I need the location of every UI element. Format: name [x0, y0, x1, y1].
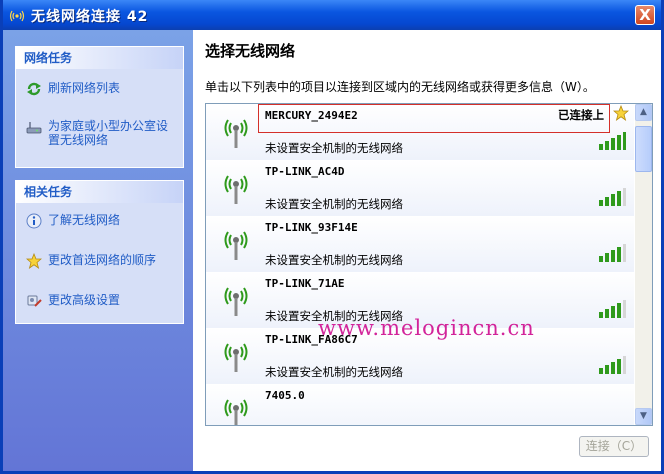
wireless-antenna-icon — [224, 287, 248, 316]
network-row[interactable]: TP-LINK_AC4D 未设置安全机制的无线网络 — [206, 160, 634, 216]
scroll-down-button[interactable]: ▼ — [635, 408, 652, 425]
change-preferred-order-link[interactable]: 更改首选网络的顺序 — [16, 247, 183, 275]
star-icon — [26, 253, 42, 269]
network-security: 未设置安全机制的无线网络 — [265, 141, 403, 155]
setup-wireless-network-label: 为家庭或小型办公室设置无线网络 — [48, 119, 169, 147]
window-client-area: 网络任务 刷新网络列表 为家庭或小型办公室设置无线网络 相关任务 了解无线网络 … — [3, 30, 661, 471]
network-ssid: TP-LINK_71AE — [265, 277, 345, 290]
wireless-antenna-icon — [224, 231, 248, 260]
window-title: 无线网络连接 42 — [31, 9, 149, 25]
network-security: 未设置安全机制的无线网络 — [265, 253, 403, 267]
watermark-text: www.melogincn.cn — [318, 316, 535, 340]
info-icon — [26, 213, 42, 229]
wireless-antenna-icon — [224, 343, 248, 372]
network-ssid: MERCURY_2494E2 — [265, 109, 358, 122]
signal-strength-icon — [599, 188, 626, 206]
learn-wireless-link[interactable]: 了解无线网络 — [16, 207, 183, 235]
close-button[interactable]: X — [635, 5, 655, 25]
network-row[interactable]: MERCURY_2494E2 已连接上 未设置安全机制的无线网络 — [206, 104, 634, 160]
wireless-signal-icon — [9, 10, 25, 22]
connection-status: 已连接上 — [558, 108, 604, 122]
network-rows: MERCURY_2494E2 已连接上 未设置安全机制的无线网络 TP-LINK… — [206, 104, 634, 425]
wireless-connection-window: 无线网络连接 42 X 网络任务 刷新网络列表 为家庭或小型办公室设置无线网络 … — [0, 0, 664, 474]
signal-strength-icon — [599, 356, 626, 374]
change-preferred-order-label: 更改首选网络的顺序 — [48, 253, 157, 267]
task-sidebar: 网络任务 刷新网络列表 为家庭或小型办公室设置无线网络 相关任务 了解无线网络 … — [3, 30, 193, 471]
related-tasks-panel: 相关任务 了解无线网络 更改首选网络的顺序 更改高级设置 — [15, 180, 184, 324]
scroll-thumb[interactable] — [635, 126, 652, 172]
main-content: 选择无线网络 单击以下列表中的项目以连接到区域内的无线网络或获得更多信息（W）。… — [193, 30, 661, 471]
page-title: 选择无线网络 — [205, 42, 296, 60]
title-bar[interactable]: 无线网络连接 42 X — [3, 0, 661, 30]
network-row[interactable]: 7405.0 — [206, 384, 634, 425]
related-tasks-header[interactable]: 相关任务 — [16, 181, 183, 203]
change-advanced-settings-link[interactable]: 更改高级设置 — [16, 287, 183, 315]
connect-button[interactable]: 连接（C） — [579, 436, 649, 457]
learn-wireless-label: 了解无线网络 — [48, 213, 121, 227]
network-ssid: 7405.0 — [265, 389, 305, 402]
preferred-star-icon — [613, 105, 629, 121]
wireless-setup-icon — [26, 122, 42, 134]
network-row[interactable]: TP-LINK_93F14E 未设置安全机制的无线网络 — [206, 216, 634, 272]
signal-strength-icon — [599, 132, 626, 150]
wireless-antenna-icon — [224, 399, 248, 425]
network-security: 未设置安全机制的无线网络 — [265, 197, 403, 211]
wireless-network-list[interactable]: MERCURY_2494E2 已连接上 未设置安全机制的无线网络 TP-LINK… — [205, 103, 653, 426]
refresh-icon — [27, 82, 41, 96]
network-security: 未设置安全机制的无线网络 — [265, 365, 403, 379]
settings-icon — [27, 295, 42, 307]
network-tasks-panel: 网络任务 刷新网络列表 为家庭或小型办公室设置无线网络 — [15, 46, 184, 168]
refresh-network-list-label: 刷新网络列表 — [48, 81, 121, 95]
setup-wireless-network-link[interactable]: 为家庭或小型办公室设置无线网络 — [16, 113, 183, 153]
refresh-network-list-link[interactable]: 刷新网络列表 — [16, 75, 183, 103]
network-ssid: TP-LINK_AC4D — [265, 165, 345, 178]
wireless-antenna-icon — [224, 119, 248, 148]
signal-strength-icon — [599, 300, 626, 318]
wireless-antenna-icon — [224, 175, 248, 204]
list-scrollbar[interactable]: ▲ ▼ — [635, 104, 652, 425]
page-description: 单击以下列表中的项目以连接到区域内的无线网络或获得更多信息（W）。 — [205, 80, 595, 94]
network-tasks-header[interactable]: 网络任务 — [16, 47, 183, 69]
signal-strength-icon — [599, 244, 626, 262]
scroll-up-button[interactable]: ▲ — [635, 104, 652, 121]
network-ssid: TP-LINK_93F14E — [265, 221, 358, 234]
change-advanced-settings-label: 更改高级设置 — [48, 293, 121, 307]
